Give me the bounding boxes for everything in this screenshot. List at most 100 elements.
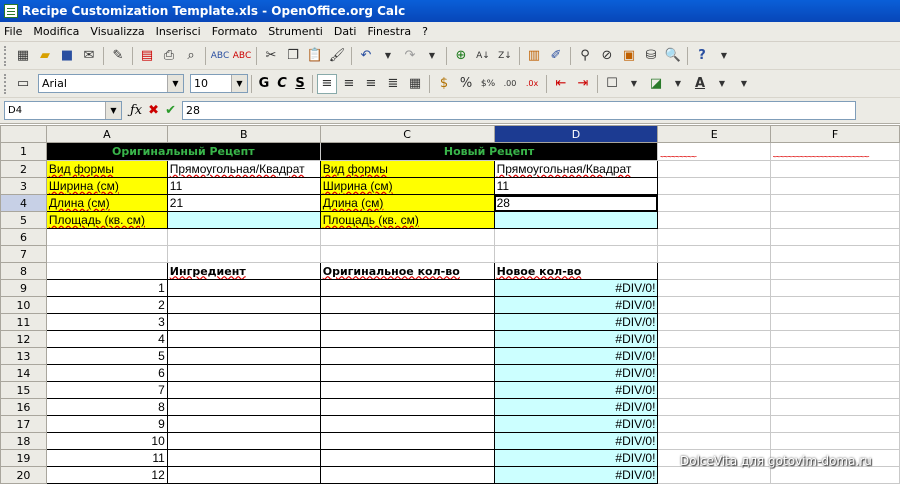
menu-visualizza[interactable]: Visualizza bbox=[90, 25, 144, 38]
cell[interactable] bbox=[45, 228, 168, 246]
original-qty-cell[interactable] bbox=[319, 381, 495, 399]
cell[interactable] bbox=[770, 160, 900, 178]
cell[interactable] bbox=[319, 245, 495, 263]
font-color-dropdown-icon[interactable]: ▼ bbox=[712, 74, 732, 94]
menu-file[interactable]: File bbox=[4, 25, 22, 38]
shape-label-new[interactable]: Вид формы bbox=[319, 160, 495, 178]
cell[interactable] bbox=[770, 279, 900, 297]
row-header[interactable]: 4 bbox=[0, 194, 47, 212]
zoom-icon[interactable]: 🔍 bbox=[663, 46, 683, 66]
cell[interactable] bbox=[657, 466, 772, 484]
percent-icon[interactable]: % bbox=[456, 74, 476, 94]
bold-button[interactable]: G bbox=[255, 76, 273, 91]
merge-cells-icon[interactable]: ▦ bbox=[405, 74, 425, 94]
original-qty-cell[interactable] bbox=[319, 330, 495, 348]
original-qty-cell[interactable] bbox=[319, 364, 495, 382]
shape-value-new[interactable]: Прямоугольная/Квадрат bbox=[493, 160, 659, 178]
copy-icon[interactable]: ❐ bbox=[283, 46, 303, 66]
item-number[interactable]: 10 bbox=[45, 432, 168, 450]
align-right-icon[interactable]: ≡ bbox=[361, 74, 381, 94]
name-box[interactable]: D4 ▼ bbox=[4, 101, 122, 120]
justify-icon[interactable]: ≣ bbox=[383, 74, 403, 94]
width-label-new[interactable]: Ширина (см) bbox=[319, 177, 495, 195]
navigator-icon[interactable]: ⊘ bbox=[597, 46, 617, 66]
ingredient-cell[interactable] bbox=[166, 364, 321, 382]
row-header[interactable]: 15 bbox=[0, 381, 47, 399]
cell[interactable]: ﹏﹏﹏﹏﹏﹏﹏﹏ bbox=[770, 142, 900, 161]
cell[interactable] bbox=[770, 415, 900, 433]
row-header[interactable]: 1 bbox=[0, 142, 47, 161]
toolbar-grip[interactable] bbox=[4, 73, 8, 94]
delete-decimal-icon[interactable]: .0x bbox=[522, 74, 542, 94]
area-value-original[interactable] bbox=[166, 211, 321, 229]
cell[interactable] bbox=[45, 262, 168, 280]
item-number[interactable]: 7 bbox=[45, 381, 168, 399]
increase-indent-icon[interactable]: ⇥ bbox=[573, 74, 593, 94]
row-header[interactable]: 9 bbox=[0, 279, 47, 297]
ingredient-cell[interactable] bbox=[166, 296, 321, 314]
cell[interactable] bbox=[657, 245, 772, 263]
cell[interactable] bbox=[770, 466, 900, 484]
cell[interactable] bbox=[770, 296, 900, 314]
autospell-icon[interactable]: ABC bbox=[232, 46, 252, 66]
borders-dropdown-icon[interactable]: ▼ bbox=[624, 74, 644, 94]
item-number[interactable]: 6 bbox=[45, 364, 168, 382]
new-qty-cell[interactable]: #DIV/0! bbox=[493, 330, 659, 348]
menu-formato[interactable]: Formato bbox=[212, 25, 258, 38]
align-center-icon[interactable]: ≡ bbox=[339, 74, 359, 94]
function-wizard-icon[interactable]: ƒx bbox=[130, 103, 142, 118]
styles-formatting-icon[interactable]: ▭ bbox=[13, 74, 33, 94]
item-number[interactable]: 9 bbox=[45, 415, 168, 433]
cell[interactable] bbox=[45, 245, 168, 263]
menu-inserisci[interactable]: Inserisci bbox=[156, 25, 201, 38]
original-qty-cell[interactable] bbox=[319, 279, 495, 297]
ingredient-cell[interactable] bbox=[166, 466, 321, 484]
cell[interactable] bbox=[493, 245, 659, 263]
row-header[interactable]: 18 bbox=[0, 432, 47, 450]
italic-button[interactable]: C bbox=[273, 76, 291, 91]
sort-ascending-icon[interactable]: A↓ bbox=[473, 46, 493, 66]
decrease-indent-icon[interactable]: ⇤ bbox=[551, 74, 571, 94]
background-dropdown-icon[interactable]: ▼ bbox=[668, 74, 688, 94]
original-recipe-header[interactable]: Оригинальный Рецепт bbox=[45, 142, 321, 161]
font-name-box[interactable]: Arial ▼ bbox=[38, 74, 184, 93]
toolbar-grip[interactable] bbox=[4, 45, 8, 66]
chart-icon[interactable]: ▥ bbox=[524, 46, 544, 66]
menu-modifica[interactable]: Modifica bbox=[33, 25, 79, 38]
standard-format-icon[interactable]: $% bbox=[478, 74, 498, 94]
ingredient-cell[interactable] bbox=[166, 313, 321, 331]
length-value-new-active-cell[interactable]: 28 bbox=[493, 194, 659, 212]
row-header[interactable]: 20 bbox=[0, 466, 47, 484]
length-value-original[interactable]: 21 bbox=[166, 194, 321, 212]
column-header-a[interactable]: A bbox=[45, 125, 168, 143]
cell[interactable] bbox=[657, 347, 772, 365]
ingredient-cell[interactable] bbox=[166, 432, 321, 450]
add-decimal-icon[interactable]: .00 bbox=[500, 74, 520, 94]
length-label-original[interactable]: Длина (см) bbox=[45, 194, 168, 212]
new-qty-cell[interactable]: #DIV/0! bbox=[493, 279, 659, 297]
new-qty-cell[interactable]: #DIV/0! bbox=[493, 466, 659, 484]
item-number[interactable]: 3 bbox=[45, 313, 168, 331]
cell[interactable] bbox=[657, 228, 772, 246]
new-qty-cell[interactable]: #DIV/0! bbox=[493, 415, 659, 433]
row-header[interactable]: 11 bbox=[0, 313, 47, 331]
new-recipe-header[interactable]: Новый Рецепт bbox=[319, 142, 659, 161]
cell[interactable] bbox=[770, 228, 900, 246]
row-header[interactable]: 16 bbox=[0, 398, 47, 416]
new-qty-cell[interactable]: #DIV/0! bbox=[493, 449, 659, 467]
cell[interactable] bbox=[657, 279, 772, 297]
chevron-down-icon[interactable]: ▼ bbox=[231, 75, 247, 92]
toolbar-overflow-icon[interactable]: ▼ bbox=[734, 74, 754, 94]
email-icon[interactable]: ✉ bbox=[79, 46, 99, 66]
formula-input[interactable]: 28 bbox=[181, 101, 856, 120]
column-header-c[interactable]: C bbox=[319, 125, 495, 143]
item-number[interactable]: 4 bbox=[45, 330, 168, 348]
ingredient-cell[interactable] bbox=[166, 279, 321, 297]
cell[interactable] bbox=[657, 177, 772, 195]
accept-icon[interactable]: ✔ bbox=[165, 103, 176, 118]
new-qty-cell[interactable]: #DIV/0! bbox=[493, 296, 659, 314]
underline-button[interactable]: S bbox=[291, 76, 309, 91]
sort-descending-icon[interactable]: Z↓ bbox=[495, 46, 515, 66]
cell[interactable] bbox=[770, 245, 900, 263]
width-value-new[interactable]: 11 bbox=[493, 177, 659, 195]
